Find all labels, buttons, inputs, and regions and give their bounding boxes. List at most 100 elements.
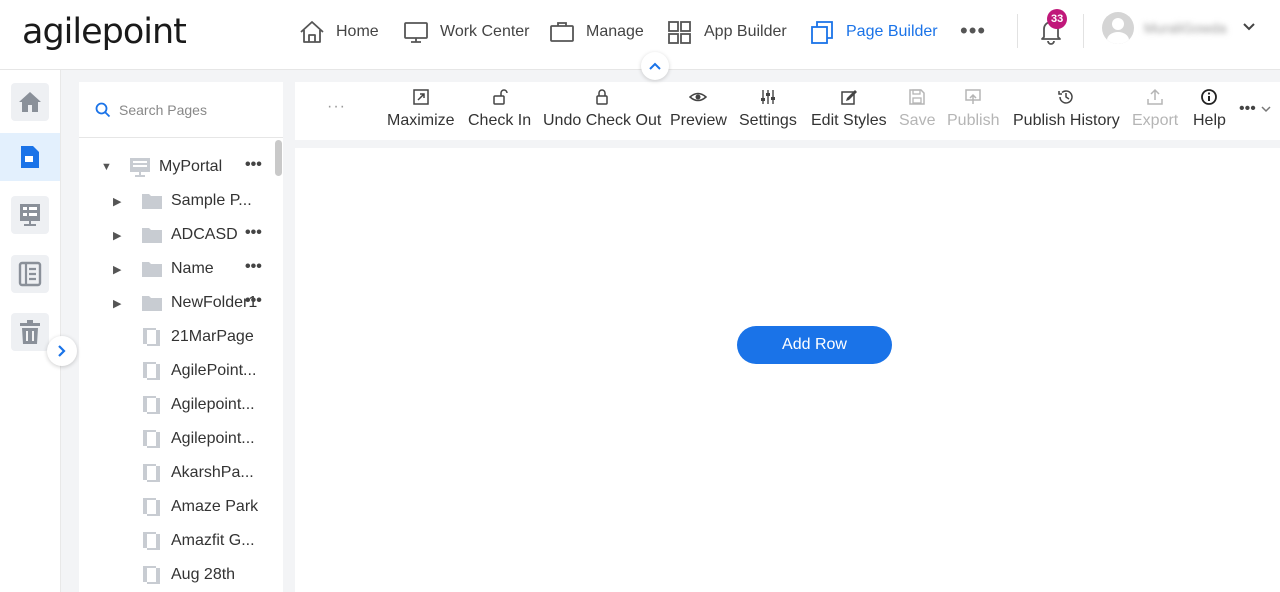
nav-app-builder[interactable]: App Builder [666,18,787,46]
collapse-header-button[interactable] [641,52,669,80]
nav-more-button[interactable]: ••• [960,18,986,44]
tree-page-label: Aug 28th [171,566,236,583]
maximize-icon [413,89,429,105]
eye-icon [689,92,708,102]
chevron-down-icon[interactable] [1242,20,1256,34]
page-toolbar: ··· Maximize Check In Undo Check Out Pre… [295,82,1280,140]
maximize-label: Maximize [387,112,455,129]
tree-folder[interactable]: ▶ NewFolder1 ••• [113,290,262,316]
search-input[interactable] [119,101,279,118]
preview-label: Preview [670,112,727,129]
export-label: Export [1132,112,1179,129]
pages-icon [811,21,833,44]
nav-home[interactable]: Home [298,18,379,46]
pages-tree-panel: ▼ MyPortal ••• ▶ Sample P... ▶ ADCASD ••… [79,82,283,592]
divider [1017,14,1018,48]
page-icon [143,362,160,380]
nav-page-builder[interactable]: Page Builder [808,18,938,46]
rail-home[interactable] [0,78,60,126]
tree-root-more-button[interactable]: ••• [245,156,262,174]
tree-page-label: Agilepoint... [171,396,255,413]
preview-button[interactable]: Preview [670,88,727,138]
page-icon [143,566,160,584]
save-icon [909,89,925,105]
tree-page-label: Agilepoint... [171,430,255,447]
chevron-up-icon [649,62,661,70]
agilepoint-logo[interactable]: agilepoint [22,12,187,52]
page-icon [143,396,160,414]
folder-icon [142,296,162,311]
save-button[interactable]: Save [899,88,935,138]
info-icon [1201,89,1218,105]
folder-icon [142,262,162,277]
expand-arrow-icon[interactable]: ▶ [113,195,125,208]
export-button[interactable]: Export [1132,88,1178,138]
export-icon [1147,88,1163,105]
chevron-down-icon [1261,106,1271,113]
history-icon [1058,90,1074,104]
portal-icon [20,204,40,226]
edit-styles-button[interactable]: Edit Styles [811,88,887,138]
tree-page[interactable]: 21MarPage [141,324,254,350]
nav-work-center[interactable]: Work Center [402,18,530,46]
nav-home-label: Home [336,23,379,40]
toolbar-more-button[interactable]: ••• [1239,100,1272,118]
expand-arrow-icon[interactable]: ▶ [113,229,125,242]
tree-page[interactable]: AkarshPa... [141,460,254,486]
publish-history-label: Publish History [1013,112,1120,129]
expand-panel-button[interactable] [47,336,77,366]
publish-history-button[interactable]: Publish History [1013,88,1120,138]
chevron-right-icon [58,345,66,357]
tree-page[interactable]: Amaze Park [141,494,258,520]
grid-icon [668,21,691,44]
nav-manage-label: Manage [586,23,644,40]
toolbar-overflow-button[interactable]: ··· [327,98,346,116]
tree-page[interactable]: Aug 28th [141,562,235,588]
tree-folder-label: Name [171,260,214,277]
tree-folder-more-button[interactable]: ••• [245,292,262,310]
tree-root[interactable]: ▼ MyPortal ••• [101,154,262,180]
check-in-button[interactable]: Check In [468,88,531,138]
help-label: Help [1193,112,1226,129]
collapse-arrow-icon[interactable]: ▼ [101,161,113,173]
monitor-icon [404,22,428,43]
user-name[interactable]: MuraliGowda [1144,20,1226,36]
maximize-button[interactable]: Maximize [387,88,455,138]
page-icon [143,532,160,550]
tree-folder-more-button[interactable]: ••• [245,258,262,276]
tree-page[interactable]: Agilepoint... [141,426,255,452]
tree-folder-more-button[interactable]: ••• [245,224,262,242]
help-button[interactable]: Help [1193,88,1226,138]
tree-page[interactable]: Amazfit G... [141,528,255,554]
expand-arrow-icon[interactable]: ▶ [113,263,125,276]
undo-check-out-button[interactable]: Undo Check Out [543,88,661,138]
rail-pages[interactable] [0,133,60,181]
nav-manage[interactable]: Manage [548,18,644,46]
publish-label: Publish [947,112,1000,129]
page-icon [143,328,160,346]
unlock-icon [492,89,508,105]
folder-icon [142,228,162,243]
avatar[interactable] [1102,12,1134,44]
publish-button[interactable]: Publish [947,88,999,138]
tree-page[interactable]: Agilepoint... [141,392,255,418]
rail-list[interactable] [0,250,60,298]
tree-folder[interactable]: ▶ Sample P... [113,188,252,214]
left-rail [0,70,61,592]
expand-arrow-icon[interactable]: ▶ [113,297,125,310]
tree-root-label: MyPortal [159,158,223,175]
toolbar-more-label: ••• [1239,100,1256,117]
settings-button[interactable]: Settings [739,88,797,138]
folder-icon [142,194,162,209]
nav-app-builder-label: App Builder [704,23,787,40]
tree-folder-label: Sample P... [171,192,252,209]
tree-folder[interactable]: ▶ ADCASD ••• [113,222,262,248]
tree-page[interactable]: AgilePoint... [141,358,256,384]
tree-folder[interactable]: ▶ Name ••• [113,256,262,282]
tree-scrollbar[interactable] [275,140,282,176]
publish-icon [965,89,981,104]
add-row-button[interactable]: Add Row [737,326,892,364]
top-bar: agilepoint Home Work Center Manage App B… [0,0,1280,70]
rail-portal[interactable] [0,191,60,239]
lock-icon [596,89,608,105]
